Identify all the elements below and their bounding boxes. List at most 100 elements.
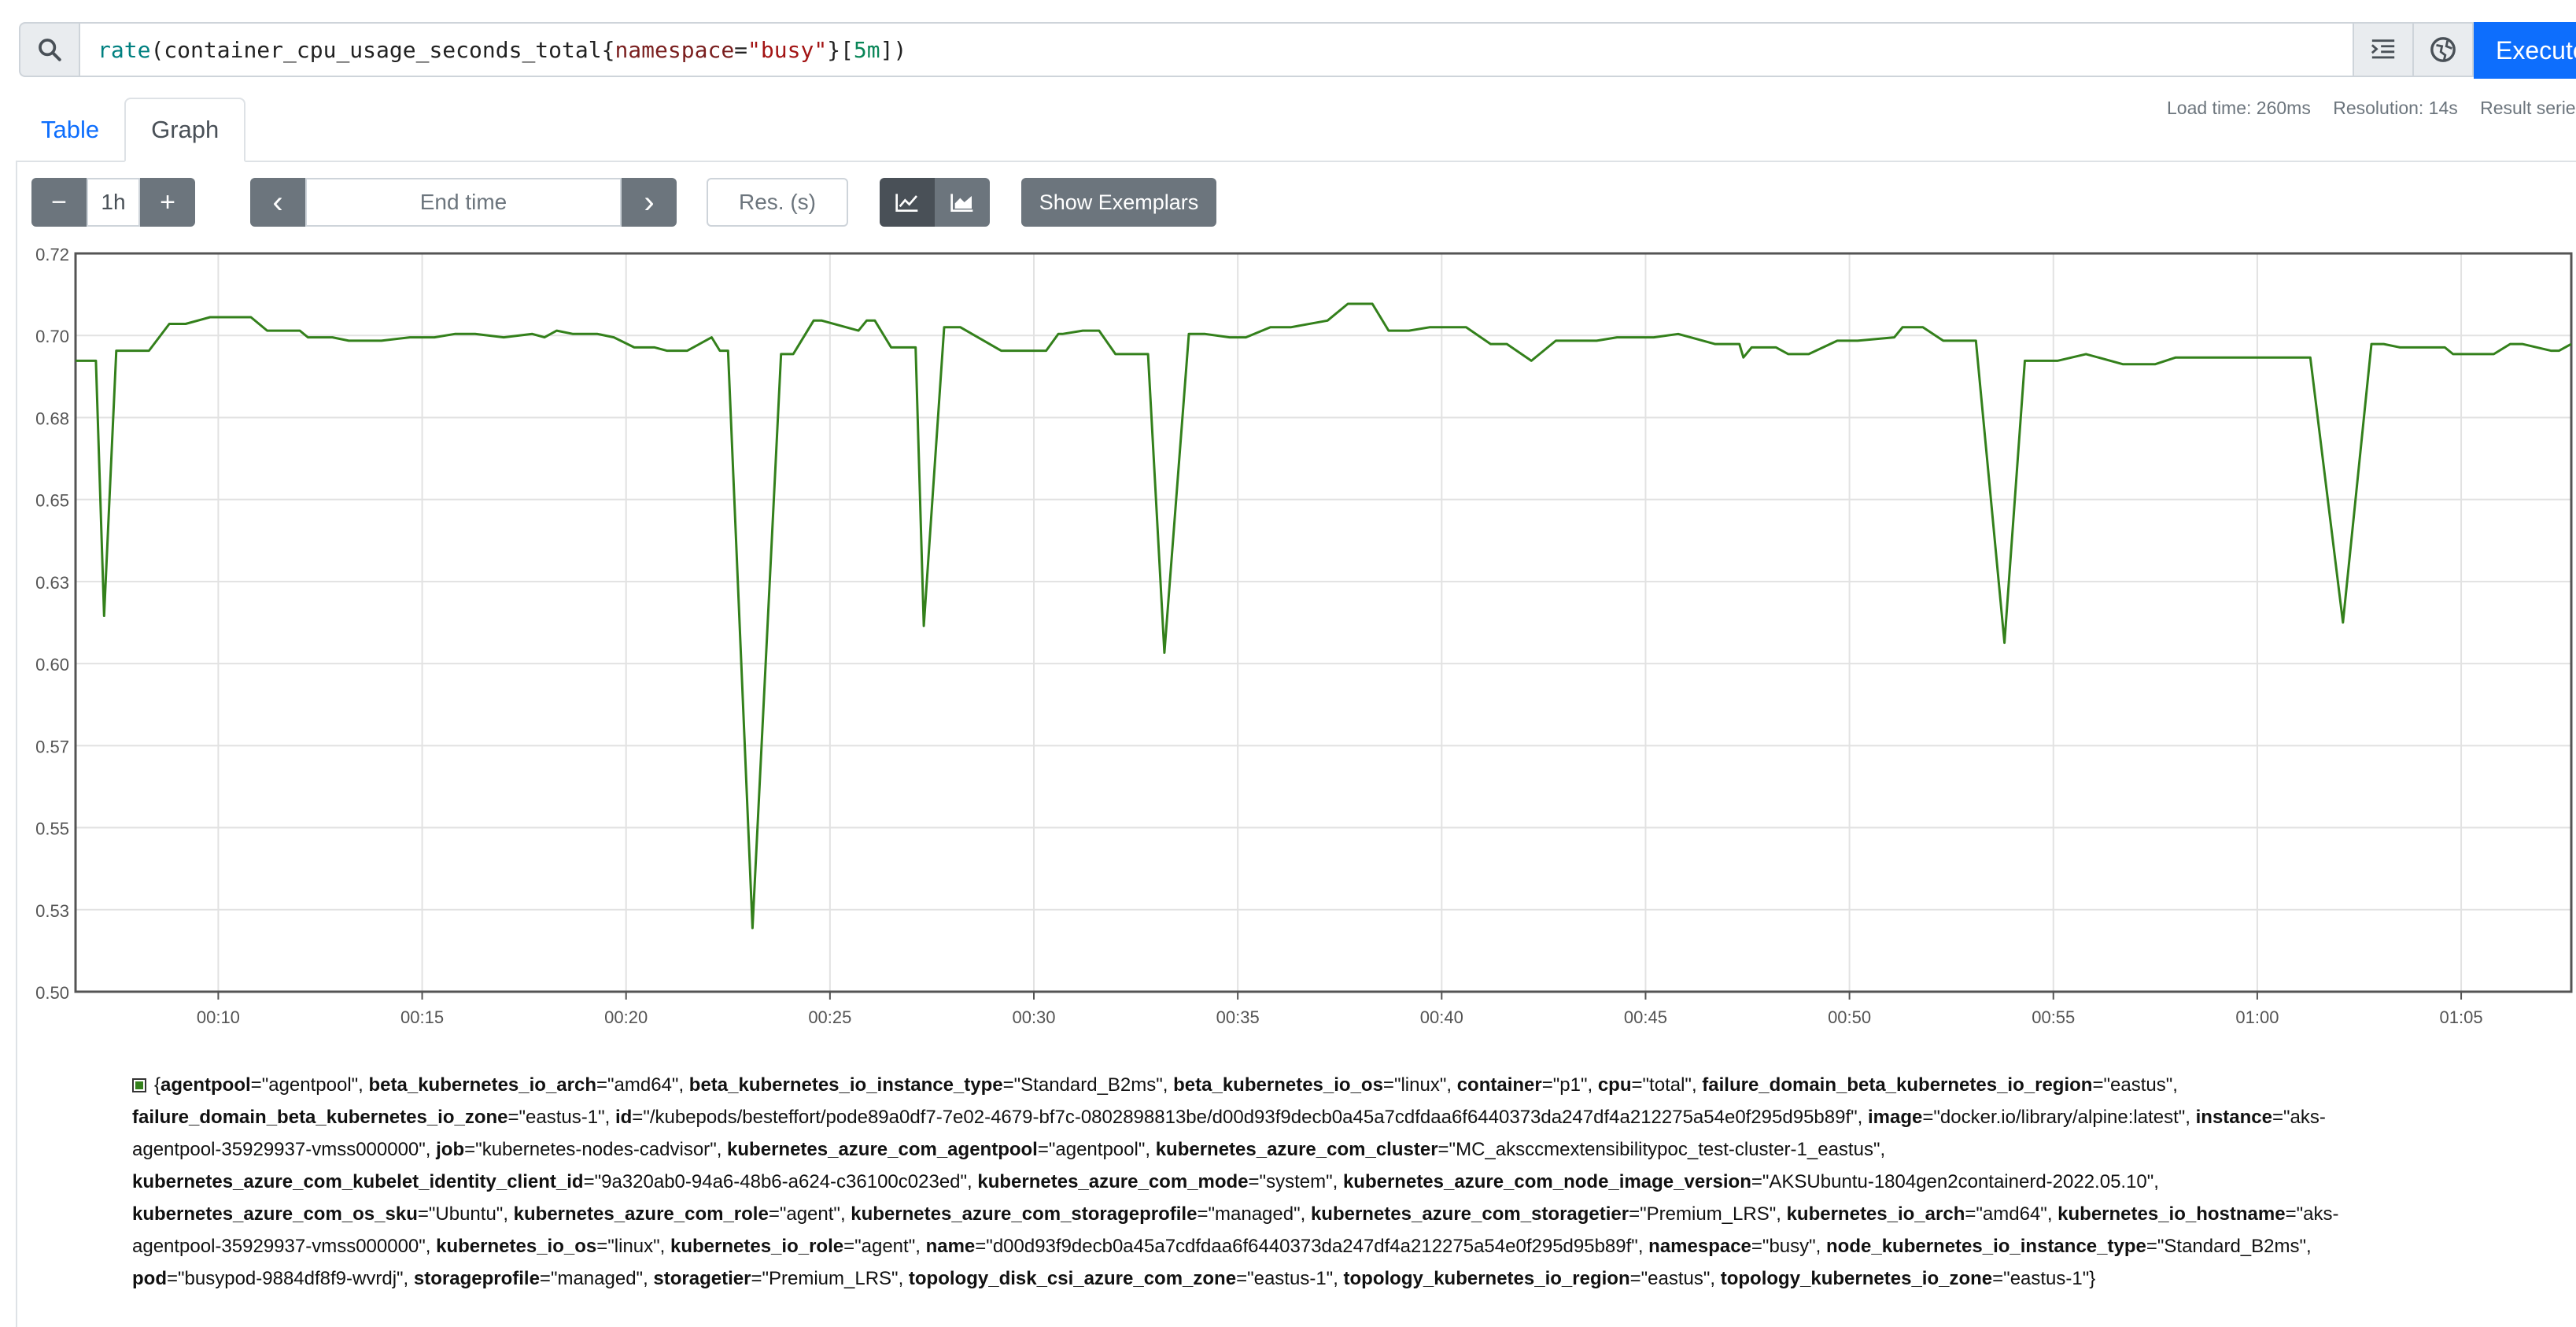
label-value: Standard_B2ms bbox=[1020, 1074, 1157, 1096]
label-key: job bbox=[436, 1139, 465, 1160]
tab-divider bbox=[16, 161, 2576, 162]
query-token: (container_cpu_usage_seconds_total{ bbox=[150, 36, 615, 63]
label-key: kubernetes_azure_com_kubelet_identity_cl… bbox=[132, 1171, 584, 1192]
tab-table[interactable]: Table bbox=[16, 98, 124, 162]
chevron-left-icon: ‹ bbox=[272, 184, 283, 220]
metrics-explorer-icon[interactable] bbox=[2414, 22, 2474, 77]
x-tick-label: 00:35 bbox=[1216, 1007, 1260, 1027]
label-key: kubernetes_azure_com_agentpool bbox=[727, 1139, 1038, 1160]
x-tick-label: 00:15 bbox=[400, 1007, 444, 1027]
plot-frame bbox=[74, 252, 2573, 993]
execute-button[interactable]: Execute bbox=[2474, 22, 2576, 79]
end-time-input[interactable]: End time bbox=[305, 178, 622, 227]
label-key: agentpool bbox=[161, 1074, 251, 1096]
x-tick-label: 00:50 bbox=[1828, 1007, 1871, 1027]
query-token: rate bbox=[98, 36, 151, 63]
label-value: Standard_B2ms bbox=[2164, 1236, 2300, 1257]
label-value: docker.io/library/alpine:latest bbox=[1939, 1107, 2179, 1128]
label-key: topology_kubernetes_io_region bbox=[1343, 1268, 1630, 1289]
y-tick-label: 0.53 bbox=[35, 901, 69, 921]
x-tick-label: 00:20 bbox=[604, 1007, 648, 1027]
label-key: kubernetes_io_arch bbox=[1786, 1203, 1965, 1225]
query-token: 5m bbox=[853, 36, 880, 63]
y-tick-label: 0.72 bbox=[35, 245, 69, 264]
query-token: "busy" bbox=[747, 36, 828, 63]
unstacked-chart-button[interactable] bbox=[880, 178, 935, 227]
label-key: id bbox=[614, 1107, 633, 1128]
label-key: beta_kubernetes_io_arch bbox=[368, 1074, 596, 1096]
query-input[interactable]: rate (container_cpu_usage_seconds_total{n… bbox=[79, 22, 2354, 77]
series-legend[interactable]: {agentpool="agentpool", beta_kubernetes_… bbox=[132, 1069, 2414, 1295]
x-tick-label: 00:30 bbox=[1012, 1007, 1055, 1027]
label-key: beta_kubernetes_io_instance_type bbox=[688, 1074, 1003, 1096]
y-tick-label: 0.68 bbox=[35, 408, 69, 428]
label-value: system bbox=[1266, 1171, 1327, 1192]
label-value: linux bbox=[1401, 1074, 1440, 1096]
next-time-button[interactable]: › bbox=[622, 178, 677, 227]
y-tick-label: 0.57 bbox=[35, 737, 69, 756]
x-tick-label: 00:40 bbox=[1420, 1007, 1463, 1027]
show-exemplars-button[interactable]: Show Exemplars bbox=[1021, 178, 1216, 227]
query-token: namespace bbox=[614, 36, 735, 63]
label-value: Ubuntu bbox=[435, 1203, 496, 1225]
label-key: kubernetes_io_role bbox=[670, 1236, 844, 1257]
label-key: kubernetes_azure_com_role bbox=[513, 1203, 769, 1225]
label-key: kubernetes_azure_com_mode bbox=[977, 1171, 1249, 1192]
label-value: eastus bbox=[2110, 1074, 2166, 1096]
x-tick-label: 00:55 bbox=[2032, 1007, 2075, 1027]
label-key: node_kubernetes_io_instance_type bbox=[1826, 1236, 2146, 1257]
query-token: = bbox=[734, 36, 748, 63]
prev-time-button[interactable]: ‹ bbox=[250, 178, 305, 227]
increase-range-button[interactable]: + bbox=[140, 178, 195, 227]
label-value: amd64 bbox=[1982, 1203, 2041, 1225]
label-key: kubernetes_io_hostname bbox=[2057, 1203, 2286, 1225]
label-value: p1 bbox=[1559, 1074, 1581, 1096]
label-value: AKSUbuntu-1804gen2containerd-2022.05.10 bbox=[1769, 1171, 2147, 1192]
label-value: eastus-1 bbox=[526, 1107, 599, 1128]
label-key: beta_kubernetes_io_os bbox=[1173, 1074, 1383, 1096]
label-key: topology_disk_csi_azure_com_zone bbox=[908, 1268, 1237, 1289]
label-key: cpu bbox=[1597, 1074, 1632, 1096]
resolution-input[interactable]: Res. (s) bbox=[707, 178, 848, 227]
label-key: kubernetes_azure_com_storageprofile bbox=[851, 1203, 1198, 1225]
x-tick-label: 00:10 bbox=[197, 1007, 240, 1027]
x-tick-label: 01:00 bbox=[2235, 1007, 2279, 1027]
label-key: instance bbox=[2195, 1107, 2272, 1128]
y-tick-label: 0.65 bbox=[35, 491, 69, 511]
stacked-chart-button[interactable] bbox=[935, 178, 990, 227]
label-value: eastus-1 bbox=[1253, 1268, 1327, 1289]
y-tick-label: 0.63 bbox=[35, 573, 69, 593]
result-series: Result series: 1 bbox=[2480, 98, 2576, 118]
label-key: storageprofile bbox=[413, 1268, 540, 1289]
label-key: pod bbox=[132, 1268, 167, 1289]
series-line bbox=[76, 302, 2572, 930]
label-key: kubernetes_azure_com_cluster bbox=[1155, 1139, 1438, 1160]
y-tick-label: 0.50 bbox=[35, 983, 69, 1003]
decrease-range-button[interactable]: − bbox=[31, 178, 87, 227]
graph-canvas[interactable]: 0.50 0.53 0.55 0.57 0.60 0.63 0.65 0.68 0.70 0.72… bbox=[0, 236, 2576, 1031]
area-chart-icon bbox=[950, 194, 973, 212]
query-stats: Load time: 260ms Resolution: 14s Result … bbox=[2167, 98, 2576, 119]
label-value: managed bbox=[1215, 1203, 1294, 1225]
label-value: /kubepods/besteffort/pode89a0df7-7e02-46… bbox=[649, 1107, 1851, 1128]
load-time: Load time: 260ms bbox=[2167, 98, 2311, 118]
label-key: kubernetes_azure_com_node_image_version bbox=[1342, 1171, 1751, 1192]
label-key: namespace bbox=[1648, 1236, 1751, 1257]
label-key: image bbox=[1868, 1107, 1923, 1128]
series-color-swatch[interactable] bbox=[132, 1078, 146, 1092]
label-key: failure_domain_beta_kubernetes_io_region bbox=[1702, 1074, 2093, 1096]
range-input[interactable]: 1h bbox=[87, 178, 140, 227]
search-icon[interactable] bbox=[19, 22, 79, 77]
label-value: amd64 bbox=[614, 1074, 672, 1096]
label-value: kubernetes-nodes-cadvisor bbox=[482, 1139, 710, 1160]
query-token: ]) bbox=[880, 36, 907, 63]
x-tick-label: 00:45 bbox=[1624, 1007, 1667, 1027]
format-expression-icon[interactable] bbox=[2354, 22, 2414, 77]
label-value: agentpool bbox=[268, 1074, 352, 1096]
label-value: managed bbox=[557, 1268, 637, 1289]
tab-graph[interactable]: Graph bbox=[124, 98, 246, 162]
label-value: busypod-9884df8f9-wvrdj bbox=[184, 1268, 397, 1289]
label-key: container bbox=[1456, 1074, 1542, 1096]
line-chart-icon bbox=[895, 194, 918, 212]
label-value: MC_aksccmextensibilitypoc_test-cluster-1… bbox=[1456, 1139, 1873, 1160]
